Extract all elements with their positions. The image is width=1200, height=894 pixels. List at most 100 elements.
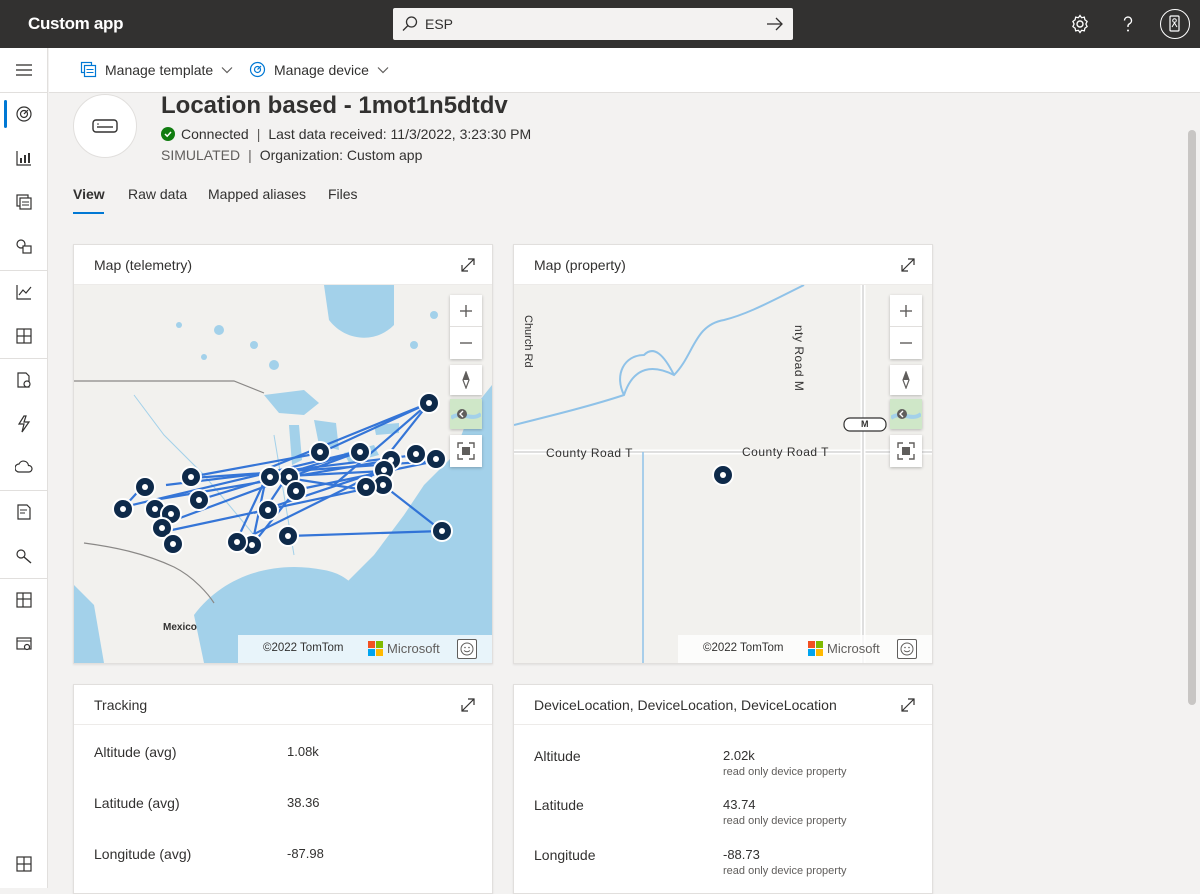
property-map[interactable]: County Road T County Road T nty Road M C… <box>514 285 932 663</box>
map-copyright: ©2022 TomTom <box>703 642 784 654</box>
hamburger-menu-icon[interactable] <box>0 50 48 90</box>
feedback-smiley-icon[interactable] <box>457 639 477 659</box>
map-style-picker-icon[interactable] <box>890 399 922 429</box>
tab-view[interactable]: View <box>73 186 105 202</box>
compass-icon[interactable] <box>450 365 482 395</box>
microsoft-squares-icon <box>808 641 823 656</box>
property-subtext: read only device property <box>723 766 847 778</box>
separator: | <box>248 147 252 163</box>
property-map-canvas[interactable] <box>514 285 932 663</box>
rules-nav-icon[interactable] <box>0 404 48 444</box>
top-bar: Custom app ESP <box>0 0 1200 48</box>
kpi-value: -87.98 <box>287 846 324 861</box>
expand-icon[interactable] <box>460 697 476 718</box>
road-label-county-road-t-right: County Road T <box>742 445 829 459</box>
road-shield-m: M <box>861 419 869 429</box>
map-telemetry-card: Map (telemetry) Mexico ©2022 TomTom Micr… <box>73 244 493 664</box>
iot-central-home-icon[interactable] <box>0 844 48 884</box>
user-avatar-icon[interactable] <box>1160 9 1190 39</box>
manage-device-button[interactable]: Manage device <box>249 61 389 78</box>
kpi-label: Latitude (avg) <box>94 795 180 811</box>
microsoft-logo: Microsoft <box>808 641 880 656</box>
map-property-card: Map (property) County Road T County Road… <box>513 244 933 664</box>
telemetry-map-canvas[interactable] <box>74 285 492 663</box>
property-value: -88.73 <box>723 847 760 862</box>
microsoft-brand-text: Microsoft <box>387 641 440 656</box>
app-title[interactable]: Custom app <box>28 14 124 34</box>
microsoft-squares-icon <box>368 641 383 656</box>
help-icon[interactable] <box>1116 12 1140 36</box>
expand-icon[interactable] <box>900 257 916 278</box>
microsoft-brand-text: Microsoft <box>827 641 880 656</box>
property-label: Altitude <box>534 748 581 764</box>
zoom-out-icon[interactable] <box>450 327 482 359</box>
device-groups-nav-icon[interactable] <box>0 138 48 178</box>
device-icon <box>73 94 137 158</box>
device-manage-icon <box>249 61 266 78</box>
telemetry-map[interactable]: Mexico ©2022 TomTom Microsoft <box>74 285 492 663</box>
zoom-in-icon[interactable] <box>890 295 922 327</box>
nav-divider <box>0 490 48 491</box>
card-title: Map (property) <box>534 257 626 273</box>
tab-files[interactable]: Files <box>328 186 358 202</box>
settings-gear-icon[interactable] <box>1068 12 1092 36</box>
card-title: DeviceLocation, DeviceLocation, DeviceLo… <box>534 697 837 713</box>
search-input[interactable]: ESP <box>425 16 453 32</box>
customization-nav-icon[interactable] <box>0 624 48 664</box>
edge-manifests-nav-icon[interactable] <box>0 226 48 266</box>
application-nav-icon[interactable] <box>0 580 48 620</box>
connection-status: Connected <box>181 126 249 142</box>
permissions-nav-icon[interactable] <box>0 536 48 576</box>
page-scrollbar[interactable] <box>1188 130 1196 705</box>
compass-icon[interactable] <box>890 365 922 395</box>
expand-icon[interactable] <box>460 257 476 278</box>
property-subtext: read only device property <box>723 865 847 877</box>
zoom-in-icon[interactable] <box>450 295 482 327</box>
card-title: Map (telemetry) <box>94 257 193 273</box>
nav-divider <box>0 92 48 93</box>
devices-nav-icon[interactable] <box>0 94 48 134</box>
fullscreen-icon[interactable] <box>450 435 482 467</box>
manage-template-label: Manage template <box>105 61 214 78</box>
connected-check-icon <box>161 127 175 141</box>
nav-divider <box>0 578 48 579</box>
property-value: 43.74 <box>723 797 756 812</box>
search-box[interactable]: ESP <box>393 8 793 40</box>
data-export-nav-icon[interactable] <box>0 448 48 488</box>
kpi-value: 1.08k <box>287 744 319 759</box>
zoom-controls <box>890 295 922 359</box>
audit-logs-nav-icon[interactable] <box>0 492 48 532</box>
search-submit-arrow-icon[interactable] <box>765 14 785 39</box>
map-copyright: ©2022 TomTom <box>263 642 344 654</box>
property-label: Latitude <box>534 797 584 813</box>
tab-mapped-aliases[interactable]: Mapped aliases <box>208 186 306 202</box>
zoom-out-icon[interactable] <box>890 327 922 359</box>
kpi-label: Altitude (avg) <box>94 744 177 760</box>
zoom-controls <box>450 295 482 359</box>
separator: | <box>256 126 261 142</box>
jobs-nav-icon[interactable] <box>0 360 48 400</box>
expand-icon[interactable] <box>900 697 916 718</box>
device-location-card: DeviceLocation, DeviceLocation, DeviceLo… <box>513 684 933 894</box>
microsoft-logo: Microsoft <box>368 641 440 656</box>
manage-template-button[interactable]: Manage template <box>80 61 233 78</box>
property-value: 2.02k <box>723 748 755 763</box>
analytics-nav-icon[interactable] <box>0 272 48 312</box>
nav-divider <box>0 270 48 271</box>
road-label-county-road-t-left: County Road T <box>546 446 633 460</box>
feedback-smiley-icon[interactable] <box>897 639 917 659</box>
device-meta-line: SIMULATED | Organization: Custom app <box>161 147 422 163</box>
map-style-picker-icon[interactable] <box>450 399 482 429</box>
tab-raw-data[interactable]: Raw data <box>128 186 187 202</box>
fullscreen-icon[interactable] <box>890 435 922 467</box>
tracking-card: Tracking Altitude (avg) 1.08k Latitude (… <box>73 684 493 894</box>
device-templates-nav-icon[interactable] <box>0 182 48 222</box>
dashboards-nav-icon[interactable] <box>0 316 48 356</box>
manage-device-label: Manage device <box>274 61 369 78</box>
active-tab-underline <box>73 212 104 214</box>
property-label: Longitude <box>534 847 596 863</box>
device-title: Location based - 1mot1n5dtdv <box>161 92 508 119</box>
card-header: Tracking <box>74 685 492 725</box>
road-label-county-road-m: nty Road M <box>792 325 806 392</box>
kpi-value: 38.36 <box>287 795 320 810</box>
